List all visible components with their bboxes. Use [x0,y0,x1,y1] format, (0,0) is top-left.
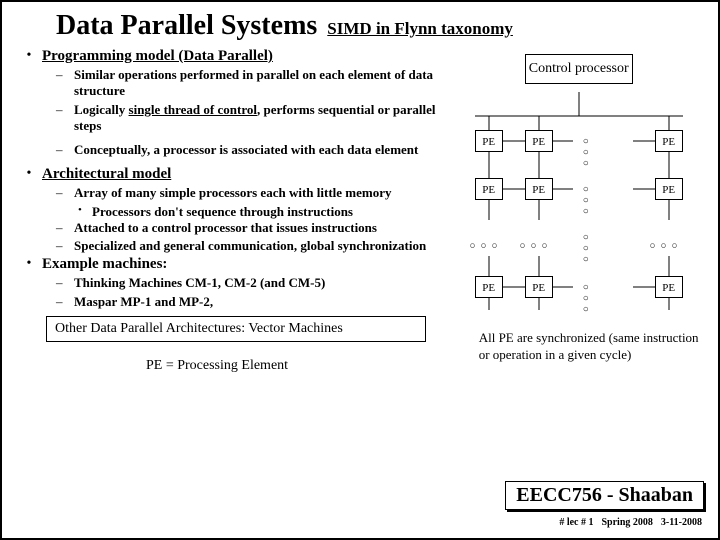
footer-meta: # lec # 1Spring 20083-11-2008 [551,517,702,528]
pe-box: PE [525,276,553,298]
ellipsis-icon: ○ ○ ○ [583,136,591,169]
right-column: Control processor [465,48,704,374]
list-item: •Processors don't sequence through instr… [78,204,465,220]
section-heading: • Programming model (Data Parallel) [16,48,465,65]
list-item: – Similar operations performed in parall… [56,67,465,100]
pe-definition: PE = Processing Element [146,358,465,374]
list-item: –Array of many simple processors each wi… [56,185,465,201]
list-item: –Logically single thread of control, per… [56,102,465,135]
pe-box: PE [475,276,503,298]
ellipsis-icon: ○ ○ ○ [516,242,549,250]
page-subtitle: SIMD in Flynn taxonomy [327,19,513,39]
page-title: Data Parallel Systems [56,10,317,42]
pe-box: PE [525,130,553,152]
list-item: –Conceptually, a processor is associated… [56,142,465,158]
ellipsis-icon: ○ ○ ○ [583,184,591,217]
ellipsis-icon: ○ ○ ○ [583,282,591,315]
pe-box: PE [475,178,503,200]
slide: Data Parallel Systems SIMD in Flynn taxo… [0,0,720,540]
pe-box: PE [475,130,503,152]
ellipsis-icon: ○ ○ ○ [583,232,591,265]
list-item: –Attached to a control processor that is… [56,220,465,236]
pe-box: PE [525,178,553,200]
title-row: Data Parallel Systems SIMD in Flynn taxo… [16,10,704,42]
list-item: –Thinking Machines CM-1, CM-2 (and CM-5) [56,275,465,291]
ellipsis-icon: ○ ○ ○ [466,242,499,250]
content-area: • Programming model (Data Parallel) – Si… [16,48,704,374]
list-item: –Maspar MP-1 and MP-2, [56,294,465,310]
ellipsis-icon: ○ ○ ○ [646,242,679,250]
diagram-caption: All PE are synchronized (same instructio… [479,330,699,364]
info-box: Other Data Parallel Architectures: Vecto… [46,316,426,342]
pe-box: PE [655,130,683,152]
footer-course: EECC756 - Shaaban [505,481,704,510]
list-item: –Specialized and general communication, … [56,238,465,254]
pe-box: PE [655,276,683,298]
left-column: • Programming model (Data Parallel) – Si… [16,48,465,374]
section-heading: • Example machines: [16,256,465,273]
section-heading: • Architectural model [16,166,465,183]
pe-box: PE [655,178,683,200]
